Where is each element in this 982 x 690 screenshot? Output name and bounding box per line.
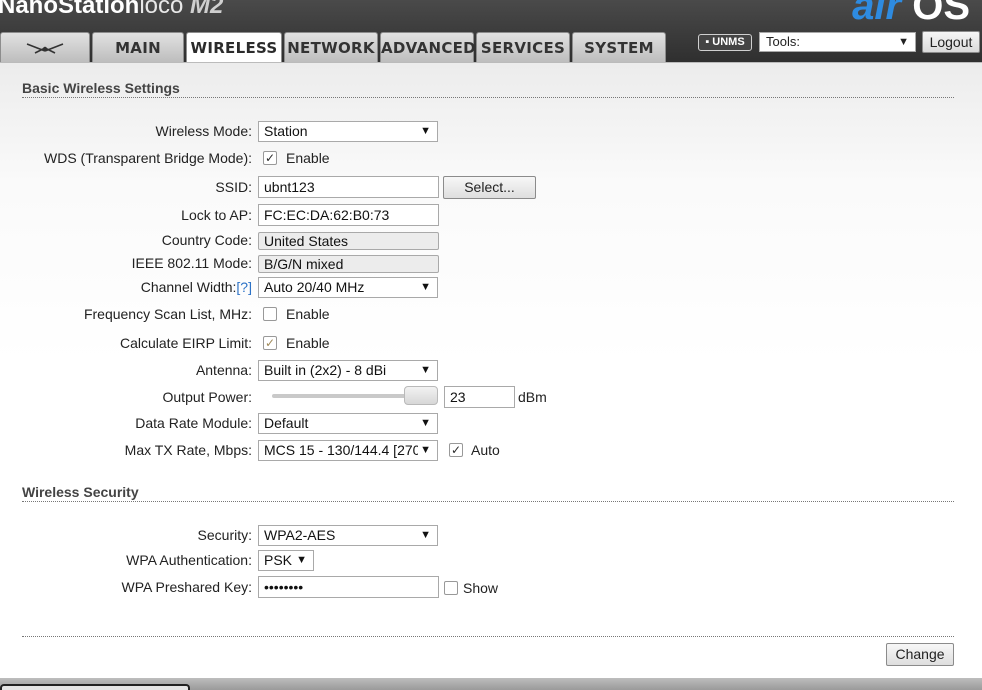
wpa-preshared-key-input[interactable]: •••••••• [258, 576, 439, 598]
label-frequency-scan: Frequency Scan List, MHz: [83, 306, 252, 322]
output-power-slider-handle[interactable] [404, 386, 438, 405]
max-tx-rate-select[interactable]: MCS 15 - 130/144.4 [270 ▼ [258, 440, 438, 461]
chevron-down-icon: ▼ [418, 361, 431, 380]
top-header: NanoStationloco M2 air OS MAIN WIRELESS … [0, 0, 982, 63]
label-wpa-authentication: WPA Authentication: [126, 552, 252, 568]
ubiquiti-logo-icon [26, 42, 64, 54]
chevron-down-icon: ▼ [418, 122, 431, 141]
section-title-basic: Basic Wireless Settings [22, 80, 954, 98]
wds-enable-checkbox[interactable]: ✓ [263, 151, 277, 165]
logout-button[interactable]: Logout [922, 31, 980, 53]
label-ieee-mode: IEEE 802.11 Mode: [131, 255, 252, 271]
label-channel-width: Channel Width:[?] [141, 279, 252, 295]
footer-widget [0, 684, 190, 690]
airos-air-text: air [852, 0, 902, 28]
wpa-authentication-value: PSK [264, 552, 293, 568]
chevron-down-icon: ▼ [418, 278, 431, 297]
country-code-field: United States [258, 232, 439, 250]
section-title-security: Wireless Security [22, 484, 954, 502]
tab-wireless[interactable]: WIRELESS [186, 32, 282, 63]
show-key-label: Show [463, 580, 499, 596]
wireless-mode-select[interactable]: Station ▼ [258, 121, 438, 142]
max-tx-rate-value: MCS 15 - 130/144.4 [270 [264, 442, 421, 458]
antenna-select[interactable]: Built in (2x2) - 8 dBi ▼ [258, 360, 438, 381]
wds-enable-label: Enable [286, 150, 330, 166]
eirp-limit-enable-label: Enable [286, 335, 330, 351]
eirp-limit-checkbox[interactable]: ✓ [263, 336, 277, 350]
airos-os-text: OS [912, 0, 970, 28]
security-value: WPA2-AES [264, 527, 336, 543]
ieee-mode-field: B/G/N mixed [258, 255, 439, 273]
tab-services[interactable]: SERVICES [476, 32, 570, 62]
tab-system[interactable]: SYSTEM [572, 32, 666, 62]
wireless-mode-value: Station [264, 123, 308, 139]
security-select[interactable]: WPA2-AES ▼ [258, 525, 438, 546]
label-wpa-preshared-key: WPA Preshared Key: [121, 579, 252, 595]
label-country-code: Country Code: [161, 232, 252, 248]
label-wds: WDS (Transparent Bridge Mode): [44, 150, 252, 166]
antenna-value: Built in (2x2) - 8 dBi [264, 362, 387, 378]
tab-advanced[interactable]: ADVANCED [380, 32, 476, 62]
label-security: Security: [197, 527, 252, 543]
unms-badge[interactable]: ▪ UNMS [698, 34, 752, 51]
chevron-down-icon: ▼ [418, 414, 431, 433]
channel-width-value: Auto 20/40 MHz [264, 279, 365, 295]
max-tx-auto-label: Auto [471, 442, 500, 458]
frequency-scan-enable-label: Enable [286, 306, 330, 322]
output-power-input[interactable]: 23 [444, 386, 515, 408]
data-rate-module-select[interactable]: Default ▼ [258, 413, 438, 434]
form-divider [22, 622, 954, 637]
max-tx-auto-checkbox[interactable]: ✓ [449, 443, 463, 457]
tab-logo[interactable] [0, 32, 90, 62]
label-antenna: Antenna: [195, 362, 252, 378]
change-button[interactable]: Change [886, 643, 954, 666]
chevron-down-icon: ▼ [898, 36, 909, 48]
tab-main[interactable]: MAIN [92, 32, 184, 62]
ssid-select-button[interactable]: Select... [443, 176, 536, 199]
label-eirp-limit: Calculate EIRP Limit: [119, 335, 252, 351]
label-lock-to-ap: Lock to AP: [181, 207, 252, 223]
brand-loco: loco [139, 0, 184, 19]
device-brand: NanoStationloco M2 [0, 0, 223, 20]
tools-dropdown[interactable]: Tools: ▼ [759, 32, 916, 52]
brand-model: M2 [190, 0, 224, 19]
data-rate-module-value: Default [264, 415, 309, 431]
output-power-unit: dBm [518, 389, 547, 405]
chevron-down-icon: ▼ [418, 441, 431, 460]
label-wireless-mode: Wireless Mode: [155, 123, 252, 139]
airos-logo: air OS [852, 0, 970, 29]
brand-name: NanoStation [0, 0, 140, 19]
tab-network[interactable]: NETWORK [284, 32, 378, 62]
wpa-authentication-select[interactable]: PSK ▼ [258, 550, 314, 571]
label-output-power: Output Power: [162, 389, 253, 405]
label-ssid: SSID: [215, 179, 252, 195]
channel-width-select[interactable]: Auto 20/40 MHz ▼ [258, 277, 438, 298]
frequency-scan-checkbox[interactable] [263, 307, 277, 321]
chevron-down-icon: ▼ [294, 551, 307, 570]
channel-width-help-link[interactable]: [?] [236, 279, 252, 295]
show-key-checkbox[interactable] [444, 581, 458, 595]
ssid-input[interactable]: ubnt123 [258, 176, 439, 198]
tools-dropdown-value: Tools: [766, 34, 800, 49]
channel-width-label-text: Channel Width: [140, 279, 237, 295]
chevron-down-icon: ▼ [418, 526, 431, 545]
label-max-tx-rate: Max TX Rate, Mbps: [124, 442, 252, 458]
label-data-rate-module: Data Rate Module: [135, 415, 252, 431]
lock-to-ap-input[interactable]: FC:EC:DA:62:B0:73 [258, 204, 439, 226]
